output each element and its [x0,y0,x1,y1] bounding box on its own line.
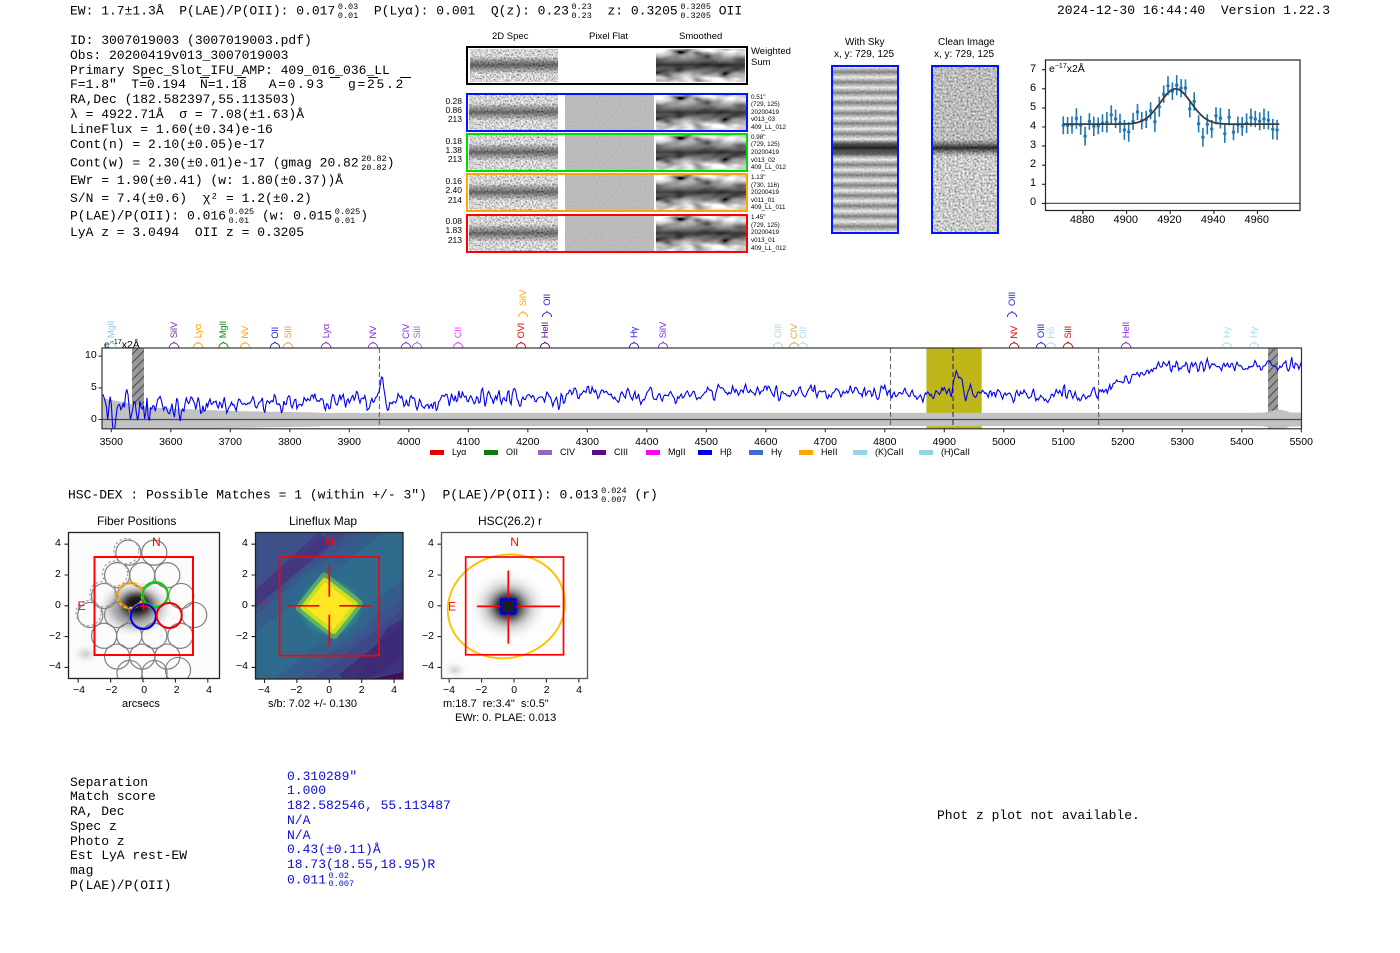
svg-text:N: N [510,535,519,549]
svg-text:N: N [152,535,161,549]
svg-text:E: E [78,599,86,613]
svg-text:E: E [448,599,456,613]
svg-text:E: E [260,599,268,613]
svg-text:N: N [325,535,334,549]
